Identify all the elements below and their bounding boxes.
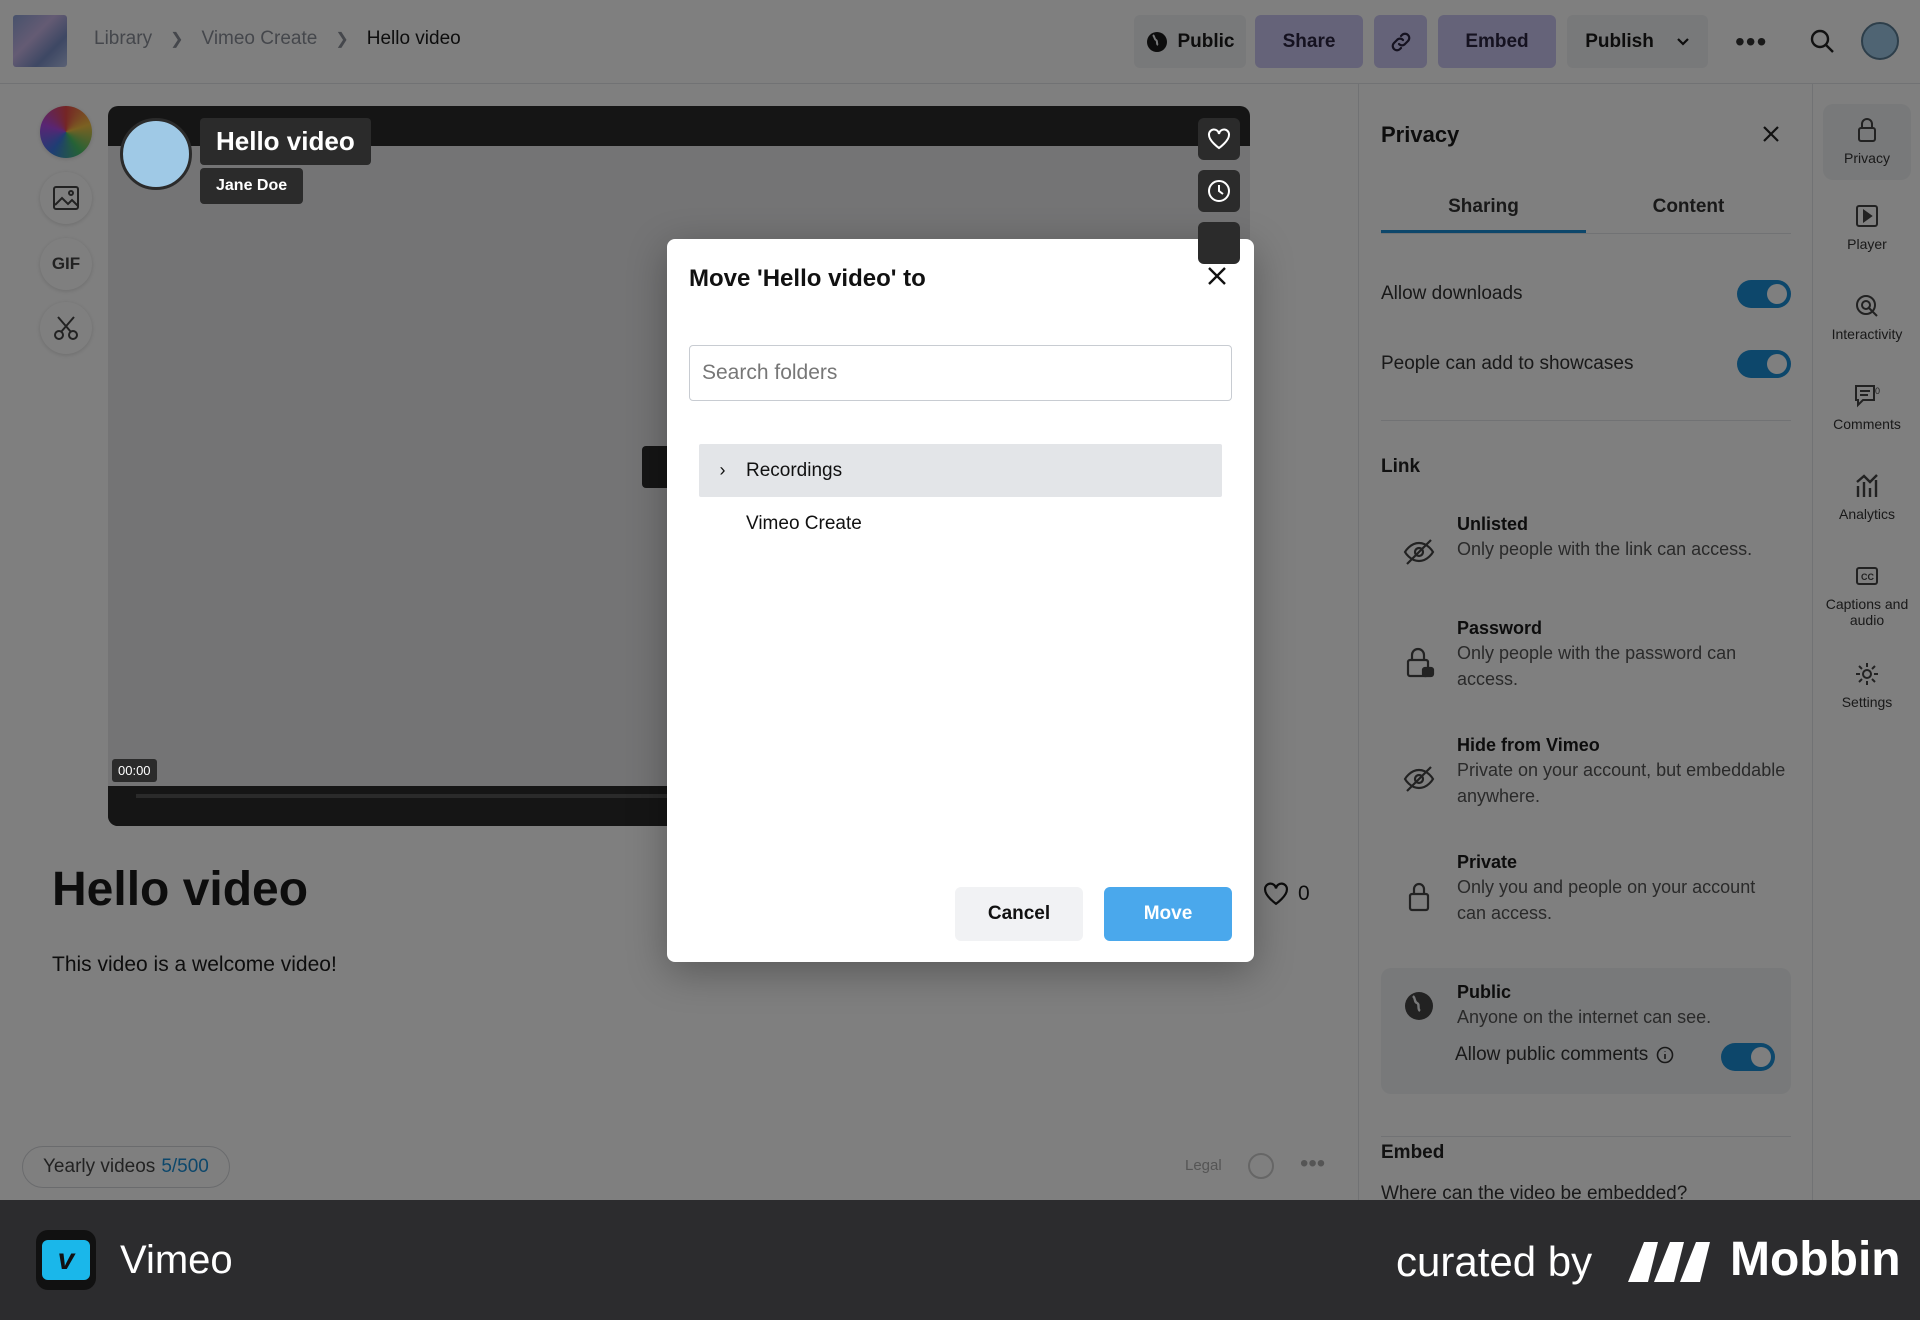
player-author: Jane Doe [200,168,304,204]
heart-icon [1208,128,1230,150]
like-button[interactable] [1198,118,1240,160]
player-avatar [120,118,192,190]
dialog-title: Move 'Hello video' to [689,265,926,292]
mobbin-logo-icon [1628,1242,1710,1282]
search-folders-input[interactable] [689,345,1232,401]
chevron-right-icon[interactable]: › [699,460,746,481]
watch-later-button[interactable] [1198,170,1240,212]
close-icon[interactable] [1204,263,1230,289]
folder-label: Recordings [746,459,843,481]
app-window: Library ❯ Vimeo Create ❯ Hello video Pub… [0,0,1920,1200]
attribution-footer: v Vimeo curated by Mobbin [0,1200,1920,1320]
share-player-button[interactable] [1198,222,1240,264]
move-button[interactable]: Move [1104,887,1232,941]
vimeo-logo: v [36,1230,96,1290]
clock-icon [1208,180,1230,202]
mobbin-wordmark: Mobbin [1730,1233,1901,1286]
folder-item-vimeo-create[interactable]: Vimeo Create [699,497,1222,550]
move-dialog: Move 'Hello video' to › Recordings Vimeo… [667,239,1254,962]
cancel-button[interactable]: Cancel [955,887,1083,941]
folder-item-recordings[interactable]: › Recordings [699,444,1222,497]
folder-label: Vimeo Create [746,512,862,534]
brand-name: Vimeo [120,1238,233,1282]
player-timestamp: 00:00 [112,759,157,782]
vimeo-v-icon: v [42,1240,90,1280]
player-title: Hello video [200,118,371,165]
curated-by-label: curated by [1396,1238,1593,1285]
